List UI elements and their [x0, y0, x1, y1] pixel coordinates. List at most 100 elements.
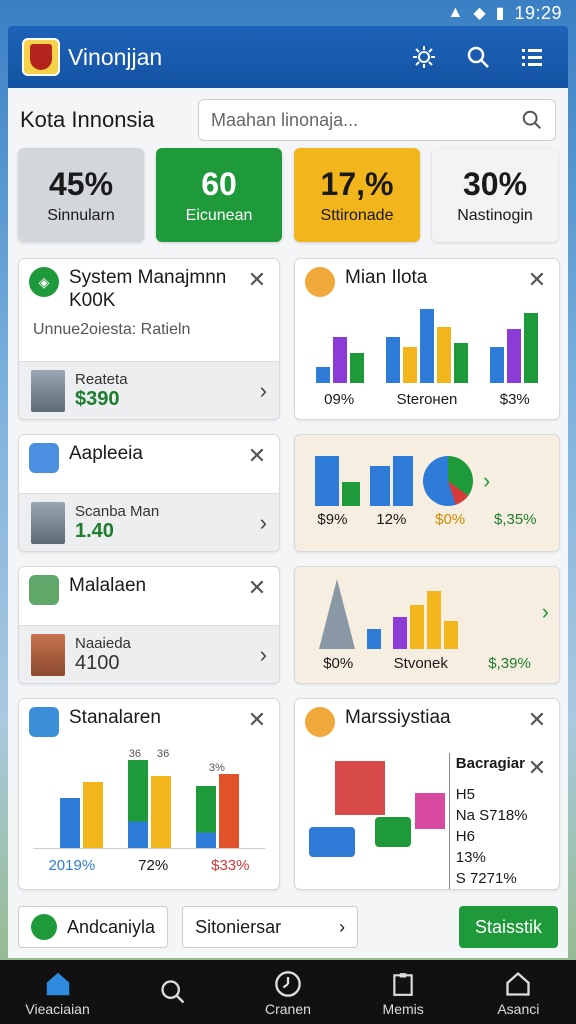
bar-label: 3%: [209, 762, 225, 774]
caption: 09%: [324, 391, 355, 408]
card-aapleeia[interactable]: Aapleeia ✕ Scanba Man 1.40 ›: [18, 434, 280, 552]
stat-card-sttironade[interactable]: 17,% Sttironade: [294, 148, 420, 242]
card-stanalaren[interactable]: Stanalaren ✕ 36 36 3% 2019% 72% $33%: [18, 698, 280, 890]
stat-value: 60: [201, 165, 237, 202]
close-icon[interactable]: ✕: [245, 707, 269, 733]
nav-label: Cranen: [265, 1001, 311, 1017]
legend-list: Bacragiar ✕ H5 Na S718% H6 13% S 7271%: [448, 753, 549, 889]
status-bar: ▲ ◆ ▮ 19:29: [0, 0, 576, 26]
button-label: Andcaniyla: [67, 916, 156, 937]
card-subtitle: Unnue2oiesta: Ratieln: [33, 320, 191, 338]
nav-item-search[interactable]: [123, 975, 223, 1009]
card-system-manajmnn[interactable]: ◈ System Manajmnn K00K ✕ Unnue2oiesta: R…: [18, 258, 280, 420]
landscape-icon: [29, 575, 59, 605]
clipboard-icon: [393, 973, 413, 996]
home-icon: [46, 972, 69, 996]
tower-icon: [305, 267, 335, 297]
caption: 72%: [138, 857, 169, 874]
caption: $0%: [435, 511, 466, 528]
card-title: Stanalaren: [69, 707, 161, 728]
card-row-scanba[interactable]: Scanba Man 1.40 ›: [19, 493, 279, 551]
caption: $33%: [211, 857, 250, 874]
andcaniyla-button[interactable]: Andcaniyla: [18, 906, 169, 948]
shield-icon: ◈: [29, 267, 59, 297]
chevron-right-icon[interactable]: ›: [260, 642, 267, 668]
chevron-right-icon: ›: [339, 916, 346, 937]
close-icon[interactable]: ✕: [245, 267, 269, 293]
card-chart-2[interactable]: › $9% 12% $0% $,35%: [294, 434, 560, 552]
stat-label: Sttironade: [320, 206, 394, 224]
battery-icon: ▮: [495, 5, 505, 22]
legend-title: Bacragiar: [455, 755, 525, 772]
row-value: 4100: [75, 651, 120, 674]
chevron-right-icon[interactable]: ›: [542, 599, 549, 625]
settings-gear-icon[interactable]: [402, 35, 446, 79]
caption: $,35%: [493, 511, 537, 528]
card-row-naaieda[interactable]: Naaieda 4100 ›: [19, 625, 279, 683]
row-label: Scanba Man: [75, 502, 160, 520]
search-icon[interactable]: [456, 35, 500, 79]
card-malalaen[interactable]: Malalaen ✕ Naaieda 4100 ›: [18, 566, 280, 684]
page-title: Kota Innonsia: [20, 107, 155, 132]
close-icon[interactable]: ✕: [525, 267, 549, 293]
stat-label: Sinnularn: [47, 206, 115, 224]
bar-chart: 36 36 3%: [33, 745, 265, 849]
nav-label: Asanci: [497, 1001, 540, 1017]
menu-icon[interactable]: [510, 35, 554, 79]
stat-card-nastinogin[interactable]: 30% Nastinogin: [432, 148, 558, 242]
lock-icon: [305, 707, 335, 737]
card-title: Mian Ilota: [345, 267, 428, 288]
chevron-right-icon[interactable]: ›: [260, 378, 267, 404]
stat-value: 30%: [462, 165, 528, 202]
chart-visual: ›: [295, 435, 559, 511]
chevron-right-icon[interactable]: ›: [260, 510, 267, 536]
search-icon: [522, 110, 541, 129]
building-icon: [31, 369, 65, 412]
caption: Stvonek: [393, 655, 448, 672]
close-icon[interactable]: ✕: [245, 443, 269, 469]
clock-icon: [275, 971, 301, 997]
close-icon[interactable]: ✕: [245, 575, 269, 601]
caption: $,39%: [488, 655, 531, 672]
bottom-actions: Andcaniyla Sitoniersar › Staisstik: [18, 906, 558, 950]
card-mian-ilota[interactable]: Mian Ilota ✕ 09% Sterонen $3%: [294, 258, 560, 420]
card-chart-3[interactable]: › $0% Stvonek $,39%: [294, 566, 560, 684]
bar-label: 36: [157, 748, 170, 760]
caption: 2019%: [48, 857, 96, 874]
close-icon[interactable]: ✕: [525, 707, 549, 733]
stat-card-eicunean[interactable]: 60 Eicunean: [156, 148, 282, 242]
stat-card-sinnularn[interactable]: 45% Sinnularn: [18, 148, 144, 242]
caption: Sterонen: [396, 391, 458, 408]
search-input[interactable]: Maahan linonaja...: [198, 99, 556, 141]
nav-label: Memis: [382, 1001, 424, 1017]
stat-value: 45%: [48, 165, 114, 202]
nav-item-memis[interactable]: Memis: [353, 967, 453, 1017]
pie-chart: [423, 456, 473, 506]
wifi-icon: ◆: [473, 5, 486, 22]
card-title: System Manajmnn K00K: [69, 267, 227, 311]
document-icon: [29, 443, 59, 473]
legend-line: H5: [455, 785, 475, 803]
card-title: Malalaen: [69, 575, 147, 596]
caption: $3%: [499, 391, 530, 408]
dropdown-label: Sitoniersar: [195, 916, 282, 937]
statistik-button[interactable]: Staisstik: [458, 906, 558, 948]
house-icon: [31, 633, 65, 676]
bus-icon: [31, 914, 57, 940]
row-value: 1.40: [75, 519, 114, 542]
nav-item-home[interactable]: Vieaciaian: [8, 967, 108, 1017]
nav-item-cranen[interactable]: Cranen: [238, 967, 338, 1017]
legend-line: 13%: [455, 848, 486, 866]
nav-item-asanci[interactable]: Asanci: [468, 967, 568, 1017]
app-title: Vinonjjan: [68, 43, 163, 70]
nav-label: Vieaciaian: [25, 1001, 90, 1017]
temple-icon: [29, 707, 59, 737]
card-marssiystiaa[interactable]: Marssiystiaa ✕ Bacragiar ✕ H5 Na S718% H6…: [294, 698, 560, 890]
card-row-reateta[interactable]: Reateta $390 ›: [19, 361, 279, 419]
legend-line: H6: [455, 827, 475, 845]
chevron-right-icon[interactable]: ›: [483, 468, 490, 494]
sitoniersar-dropdown[interactable]: Sitoniersar ›: [182, 906, 359, 948]
close-icon[interactable]: ✕: [525, 753, 549, 784]
app-header: Vinonjjan: [8, 26, 568, 88]
house-outline-icon: [506, 971, 531, 996]
